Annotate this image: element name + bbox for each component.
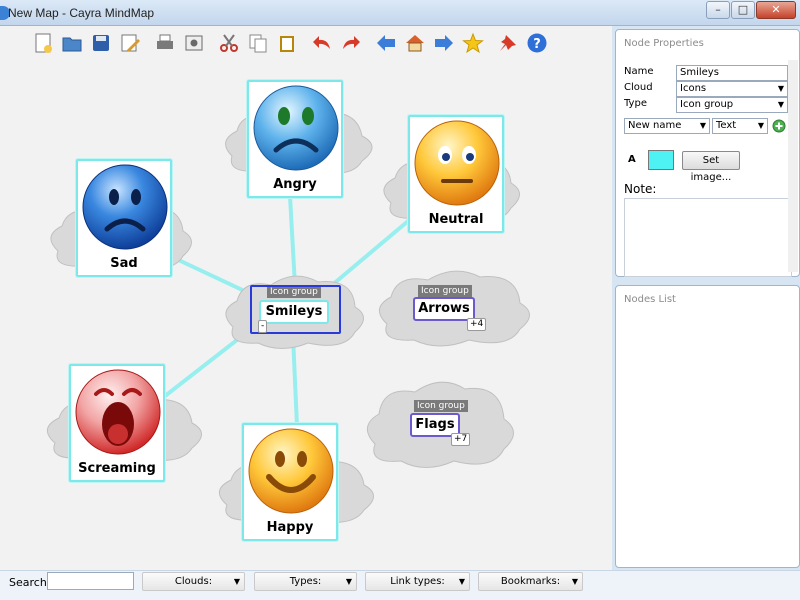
chevron-down-icon: ▼ [757,121,764,130]
chevron-down-icon: ▼ [458,577,465,586]
clouds-filter-dropdown[interactable]: Clouds: ▼ [142,572,245,591]
text-type-select[interactable]: Text ▼ [712,118,768,134]
cloud-select[interactable]: Icons ▼ [676,81,788,97]
chevron-down-icon: ▼ [233,577,240,586]
cloud-label: Cloud [624,82,653,93]
node-label-angry: Angry [273,177,317,192]
title-bar: New Map - Cayra MindMap – □ ✕ [0,0,800,26]
collapse-toggle[interactable]: - [258,320,268,333]
node-screaming[interactable]: Screaming [69,364,165,482]
bookmarks-filter-label: Bookmarks: [500,576,561,587]
set-image-button[interactable]: Set image... [682,151,740,183]
bookmarks-filter-dropdown[interactable]: Bookmarks: ▼ [478,572,583,591]
type-select-value: Icon group [680,99,734,110]
nodes-list-title: Nodes List [624,294,676,305]
chevron-down-icon: ▼ [699,121,706,130]
node-label-sad: Sad [110,256,138,271]
chevron-down-icon: ▼ [777,100,784,109]
node-smileys[interactable]: Smileys [259,300,329,324]
chevron-down-icon: ▼ [345,577,352,586]
name-field[interactable]: Smileys [676,65,788,81]
cloud-select-value: Icons [680,83,707,94]
expand-badge-flags[interactable]: +7 [451,433,471,446]
nodes-list-panel: Nodes List [615,285,800,568]
node-happy[interactable]: Happy [242,423,338,541]
type-label: Type [624,98,647,109]
types-filter-dropdown[interactable]: Types: ▼ [254,572,357,591]
window-controls: – □ ✕ [706,1,796,19]
search-label: Search: [9,576,51,589]
clouds-filter-label: Clouds: [174,576,213,587]
mindmap-canvas[interactable]: ? Angry Neutral Sad Icon group Smileys -… [0,26,612,570]
text-type-value: Text [716,120,737,131]
filter-bar: Search: Clouds: ▼ Types: ▼ Link types: ▼… [0,570,800,600]
node-angry[interactable]: Angry [247,80,343,198]
color-swatch[interactable] [648,150,674,170]
font-color-label: A [628,154,636,165]
neutral-face-icon [414,120,500,206]
node-arrows[interactable]: Arrows [413,297,475,321]
node-label-screaming: Screaming [78,461,156,476]
happy-face-icon [248,428,334,514]
chevron-down-icon: ▼ [571,577,578,586]
window-title: New Map - Cayra MindMap [8,6,155,20]
angry-face-icon [253,85,339,171]
link-types-filter-dropdown[interactable]: Link types: ▼ [365,572,470,591]
node-sad[interactable]: Sad [76,159,172,277]
node-properties-panel: Node Properties Name Smileys Cloud Icons… [615,29,800,277]
sad-face-icon [82,164,168,250]
new-name-value: New name [628,120,682,131]
search-input[interactable] [47,572,134,590]
close-button[interactable]: ✕ [756,1,796,19]
add-property-icon[interactable] [772,119,786,133]
node-label-neutral: Neutral [428,212,484,227]
screaming-face-icon [75,369,161,455]
node-neutral[interactable]: Neutral [408,115,504,233]
node-properties-title: Node Properties [624,38,704,49]
note-textarea[interactable] [624,198,792,277]
link-types-filter-label: Link types: [390,576,445,587]
group-tag-flags: Icon group [414,400,468,412]
minimize-button[interactable]: – [706,1,730,19]
panel-scrollbar[interactable] [788,60,798,272]
note-label: Note: [624,182,657,196]
type-select[interactable]: Icon group ▼ [676,97,788,113]
types-filter-label: Types: [289,576,322,587]
chevron-down-icon: ▼ [777,84,784,93]
maximize-button[interactable]: □ [731,1,755,19]
name-label: Name [624,66,654,77]
group-tag-arrows: Icon group [418,285,472,297]
expand-badge-arrows[interactable]: +4 [467,318,487,331]
node-label-happy: Happy [266,520,314,535]
new-name-select[interactable]: New name ▼ [624,118,710,134]
